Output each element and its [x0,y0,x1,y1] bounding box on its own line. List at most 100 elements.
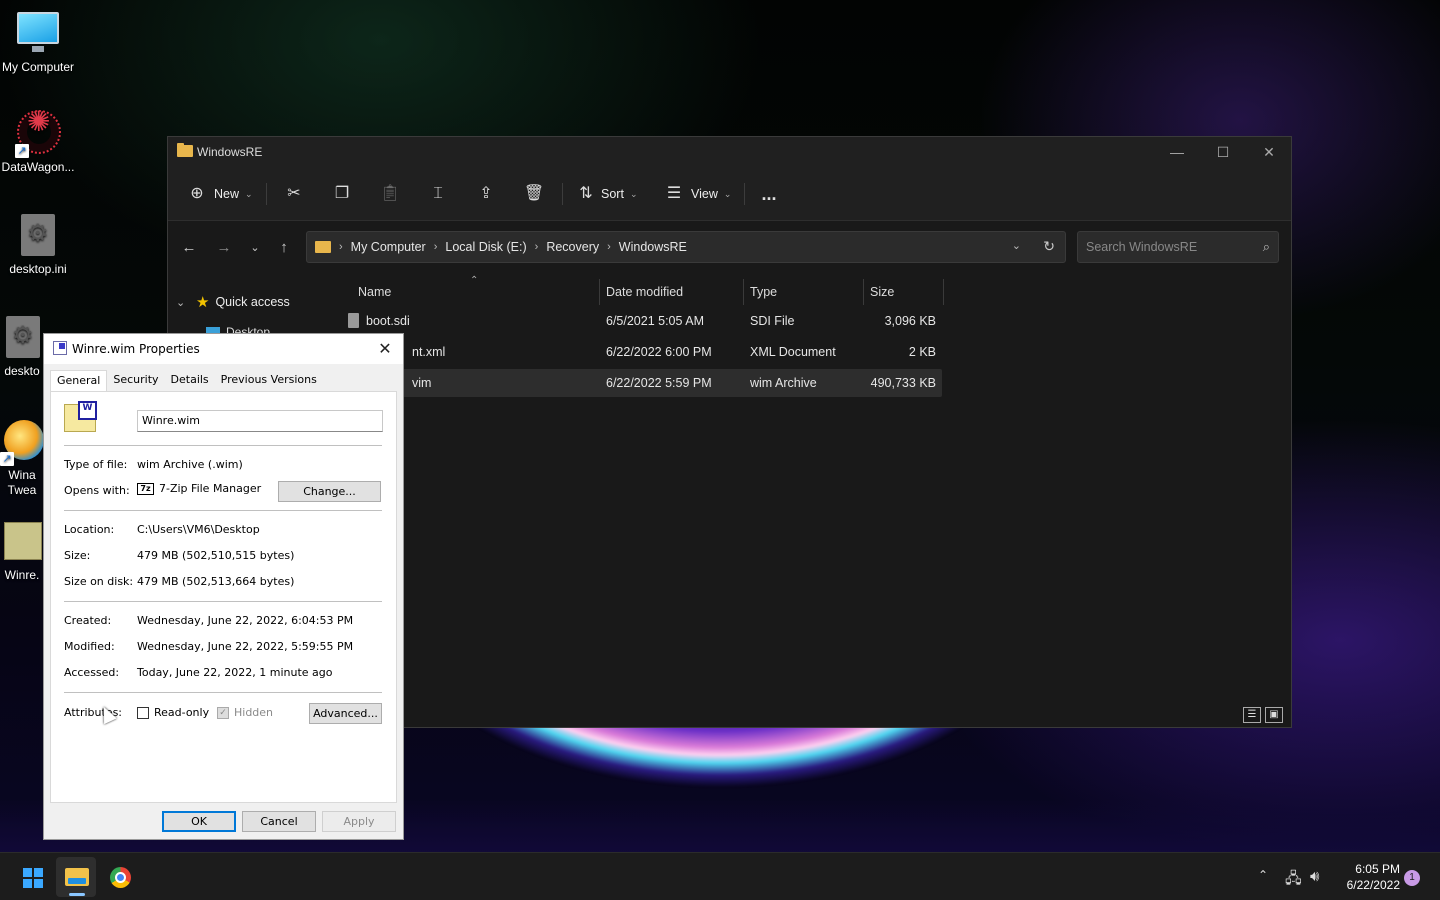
location-label: Location: [64,523,115,536]
taskbar: ⌃ 🖧︎ 🔊︎ 6:05 PM 6/22/2022 1 [0,852,1440,900]
ok-button[interactable]: OK [162,811,236,832]
rename-icon: ⌶ [433,185,443,202]
copy-icon: ❐ [334,185,350,202]
file-type: SDI File [750,314,795,328]
column-header-type[interactable]: Type [750,285,777,307]
file-name-input[interactable]: Winre.wim [137,410,383,432]
file-size: 3,096 KB [884,314,936,328]
quick-access-item[interactable]: ⌄ ★ Quick access [176,293,290,311]
more-options-button[interactable]: ... [758,179,780,209]
desktop-icon-desktop-ini[interactable]: desktop.ini [0,212,76,277]
rename-button[interactable]: ⌶ [427,179,449,209]
network-icon[interactable]: 🖧︎ [1285,868,1302,893]
refresh-icon[interactable]: ↻ [1043,238,1055,255]
title-bar[interactable]: WindowsRE — ☐ ✕ [168,137,1291,167]
column-header-date-modified[interactable]: Date modified [606,285,683,307]
change-button[interactable]: Change... [278,481,381,502]
sort-label: Sort [601,187,624,201]
notification-badge[interactable]: 1 [1404,870,1420,886]
share-button[interactable]: ⇪ [475,179,497,209]
delete-button[interactable]: 🗑︎ [523,179,545,209]
star-icon: ★ [196,294,210,311]
search-input[interactable]: Search WindowsRE ⌕ [1077,231,1279,263]
paste-button[interactable]: 📋︎ [379,179,401,209]
minimize-icon[interactable]: — [1154,137,1200,167]
desktop-icon-winaero-tweaker[interactable]: ↗ Wina Twea [0,418,44,498]
dialog-title-bar[interactable]: Winre.wim Properties ✕ [44,334,403,364]
start-button[interactable] [12,857,52,897]
column-header-size[interactable]: Size [870,285,894,307]
folder-icon [315,241,331,253]
copy-button[interactable]: ❐ [331,179,353,209]
cancel-button[interactable]: Cancel [242,811,316,832]
breadcrumb-item[interactable]: Recovery [546,240,599,254]
file-type: wim Archive [750,376,817,390]
view-button[interactable]: ☰ View ⌄ [663,179,732,209]
chrome-icon [110,867,131,888]
desktop-icon-label: deskto [4,364,40,378]
close-icon[interactable]: ✕ [373,337,397,361]
file-properties-dialog[interactable]: Winre.wim Properties ✕ General Security … [43,333,404,840]
file-date: 6/22/2022 5:59 PM [606,376,712,390]
breadcrumb-item[interactable]: WindowsRE [619,240,687,254]
close-icon[interactable]: ✕ [1246,137,1292,167]
file-row-selected[interactable]: vim 6/22/2022 5:59 PM wim Archive 490,73… [342,369,942,397]
tab-general[interactable]: General [50,370,108,392]
file-name: boot.sdi [366,314,410,328]
general-tab-pane: Winre.wim Type of file: wim Archive (.wi… [50,391,397,803]
recent-locations-chevron-icon[interactable]: ⌄ [244,237,266,259]
created-label: Created: [64,614,112,627]
column-header-name[interactable]: Name [358,285,391,307]
wim-file-icon [64,401,97,432]
new-button[interactable]: ⊕ New ⌄ [186,179,253,209]
file-row[interactable]: nt.xml 6/22/2022 6:00 PM XML Document 2 … [342,338,942,366]
desktop-icon-desktop-ini-2[interactable]: deskto [0,314,44,379]
chevron-down-icon: ⌄ [245,188,253,199]
maximize-icon[interactable]: ☐ [1200,137,1246,167]
modified-label: Modified: [64,640,115,653]
breadcrumb-item[interactable]: Local Disk (E:) [445,240,526,254]
tab-details[interactable]: Details [165,370,215,392]
forward-arrow-icon[interactable]: → [213,237,235,259]
wim-file-icon [53,341,67,355]
breadcrumb-item[interactable]: My Computer [351,240,426,254]
address-bar[interactable]: › My Computer › Local Disk (E:) › Recove… [306,231,1066,263]
clock-date: 6/22/2022 [1346,878,1400,892]
scissors-icon: ✂ [287,185,301,202]
sort-icon: ⇅ [579,185,593,202]
hidden-checkbox[interactable]: ✓ Hidden [217,706,273,719]
command-bar: ⊕ New ⌄ ✂ ❐ 📋︎ ⌶ ⇪ 🗑︎ ⇅ Sort ⌄ ☰ View ⌄ … [168,167,1291,221]
tab-previous-versions[interactable]: Previous Versions [215,370,323,392]
desktop-icon-winre[interactable]: Winre. [0,518,44,583]
address-dropdown-icon[interactable]: ⌄ [1012,239,1021,252]
desktop-icon-datawagon[interactable]: ↗ DataWagon... [0,110,76,175]
window-title: WindowsRE [197,145,263,159]
file-row[interactable]: boot.sdi 6/5/2021 5:05 AM SDI File 3,096… [342,307,942,335]
volume-icon[interactable]: 🔊︎ [1310,868,1319,885]
chevron-down-icon: ⌄ [723,188,732,199]
desktop-icon-my-computer[interactable]: My Computer [0,10,76,75]
apply-button[interactable]: Apply [322,811,396,832]
chevron-up-icon[interactable]: ⌃ [1258,868,1268,882]
back-arrow-icon[interactable]: ← [178,237,200,259]
modified-value: Wednesday, June 22, 2022, 5:59:55 PM [137,640,354,653]
taskbar-chrome[interactable] [100,857,140,897]
opens-with-app: 7-Zip File Manager [159,482,262,495]
large-icons-view-icon[interactable]: ▣ [1265,707,1283,723]
type-label: Type of file: [64,458,128,471]
tab-security[interactable]: Security [107,370,164,392]
sort-ascending-icon: ⌃ [470,275,479,286]
taskbar-file-explorer[interactable] [56,857,96,897]
search-placeholder: Search WindowsRE [1086,240,1198,254]
chevron-down-icon: ⌄ [176,296,186,309]
wim-file-icon [0,518,44,564]
advanced-button[interactable]: Advanced... [309,703,382,724]
up-arrow-icon[interactable]: ↑ [273,237,295,259]
details-view-icon[interactable]: ☰ [1243,707,1261,723]
system-clock[interactable]: 6:05 PM 6/22/2022 [1336,861,1400,893]
cut-button[interactable]: ✂ [283,179,305,209]
desktop-icon-label: Winre. [4,568,40,582]
sort-button[interactable]: ⇅ Sort ⌄ [575,179,637,209]
read-only-checkbox[interactable]: Read-only [137,706,209,719]
trash-icon: 🗑︎ [523,185,545,202]
